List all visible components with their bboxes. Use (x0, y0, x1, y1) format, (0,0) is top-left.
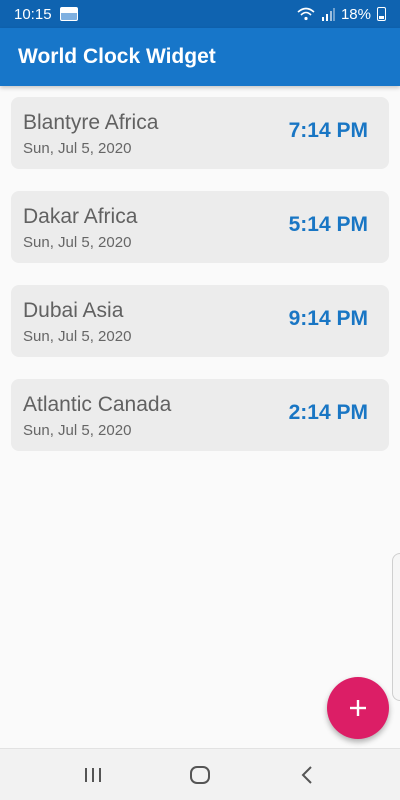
clock-city: Dubai Asia (23, 299, 124, 322)
clock-date: Sun, Jul 5, 2020 (23, 422, 132, 439)
clock-time: 5:14 PM (288, 213, 368, 236)
clock-card[interactable]: Atlantic Canada Sun, Jul 5, 2020 2:14 PM (11, 379, 389, 451)
app-title: World Clock Widget (18, 45, 216, 68)
clock-time: 9:14 PM (288, 307, 368, 330)
home-button[interactable] (180, 755, 220, 795)
clock-date: Sun, Jul 5, 2020 (23, 234, 132, 251)
signal-icon (321, 8, 335, 21)
clock-card[interactable]: Blantyre Africa Sun, Jul 5, 2020 7:14 PM (11, 97, 389, 169)
recents-icon (85, 767, 102, 782)
recents-button[interactable] (73, 755, 113, 795)
clock-list: Blantyre Africa Sun, Jul 5, 2020 7:14 PM… (11, 97, 389, 473)
battery-percent: 18% (340, 5, 371, 23)
clock-city: Dakar Africa (23, 205, 138, 228)
clock-card[interactable]: Dubai Asia Sun, Jul 5, 2020 9:14 PM (11, 285, 389, 357)
back-icon (301, 765, 312, 784)
clock-time: 7:14 PM (288, 119, 368, 142)
clock-card[interactable]: Dakar Africa Sun, Jul 5, 2020 5:14 PM (11, 191, 389, 263)
edge-panel-handle[interactable] (392, 553, 400, 701)
clock-date: Sun, Jul 5, 2020 (23, 328, 132, 345)
clock-city: Atlantic Canada (23, 393, 172, 416)
clock-time: 2:14 PM (288, 401, 368, 424)
add-clock-button[interactable] (327, 677, 389, 739)
back-button[interactable] (287, 755, 327, 795)
plus-icon (350, 700, 366, 716)
status-time: 10:15 (14, 5, 52, 23)
clock-city: Blantyre Africa (23, 111, 159, 134)
battery-icon (377, 7, 386, 21)
notification-icon (59, 7, 78, 21)
navigation-bar (0, 748, 400, 800)
home-icon (189, 765, 210, 784)
status-bar: 10:15 18% (0, 0, 400, 28)
clock-date: Sun, Jul 5, 2020 (23, 140, 132, 157)
app-bar: World Clock Widget (0, 28, 400, 86)
wifi-icon (297, 7, 315, 21)
